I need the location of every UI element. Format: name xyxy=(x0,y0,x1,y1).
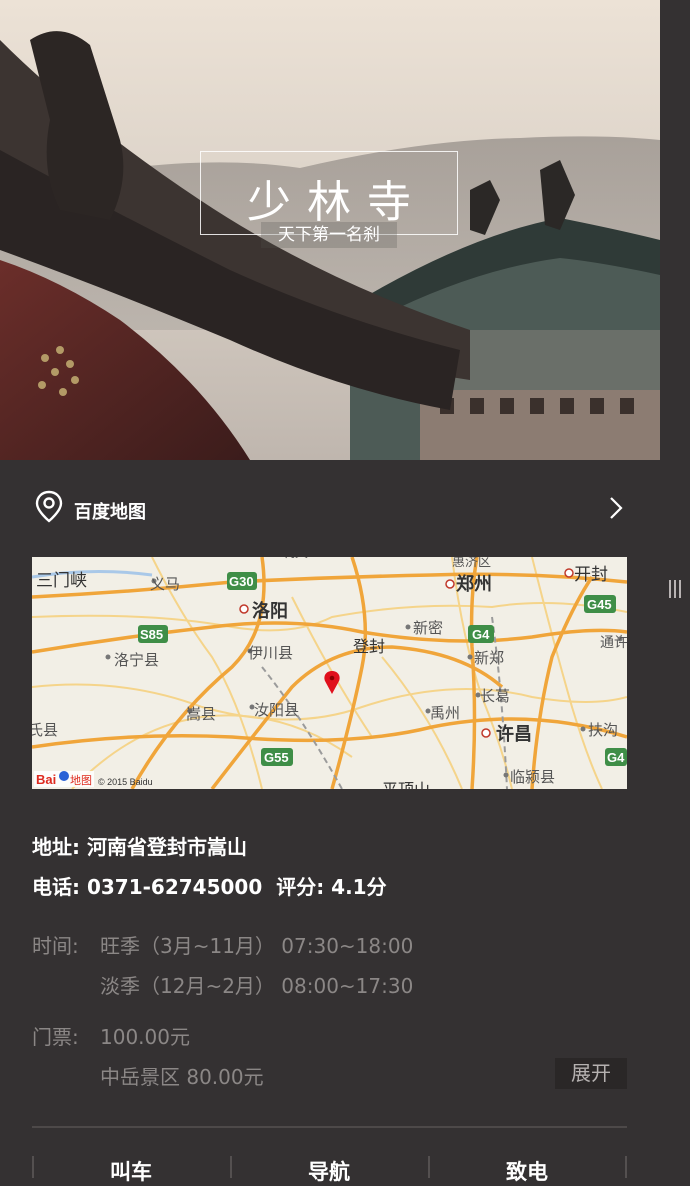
taxi-button[interactable]: 叫车 xyxy=(32,1156,230,1186)
action-separator xyxy=(625,1156,627,1178)
hero-banner: 少林寺 天下第一名刹 xyxy=(0,0,660,460)
location-pin-icon xyxy=(34,490,64,528)
map-label-linying: 临颍县 xyxy=(510,769,555,786)
road-label-g30: G30 xyxy=(229,574,254,589)
phone-value[interactable]: 0371-62745000 xyxy=(87,875,262,899)
expand-button[interactable]: 展开 xyxy=(555,1058,627,1089)
baidu-logo: Bai xyxy=(36,772,56,787)
map-label-dengfeng: 登封 xyxy=(353,638,385,656)
map-preview[interactable]: G30 S85 G4 G45 G55 G4 三门峡 义马 洛阳 郑州 开封 新密… xyxy=(32,557,627,789)
map-label-changge: 长葛 xyxy=(480,688,510,705)
hero-title: 少林寺 xyxy=(247,177,427,228)
ticket-extra: 中岳景区 80.00元 xyxy=(100,1065,264,1089)
map-label-kaifeng: 开封 xyxy=(574,565,608,584)
time-peak: 旺季（3月~11月） 07:30~18:00 xyxy=(100,934,414,958)
road-label-g45: G45 xyxy=(587,597,612,612)
rating-label: 评分: xyxy=(276,875,325,899)
address-value: 河南省登封市嵩山 xyxy=(86,835,247,859)
map-label-ruyang: 汝阳县 xyxy=(254,702,299,719)
drag-handle-icon[interactable] xyxy=(668,580,682,602)
phone-rating-line: 电话: 0371-62745000 评分: 4.1分 xyxy=(32,871,387,900)
road-label-s85: S85 xyxy=(140,627,163,642)
address-line: 地址: 河南省登封市嵩山 xyxy=(32,831,247,860)
map-label-xinmi: 新密 xyxy=(413,620,443,637)
phone-label: 电话: xyxy=(32,875,80,899)
map-label-shixian: 氏县 xyxy=(32,722,58,739)
map-label-yima: 义马 xyxy=(150,576,180,593)
map-label-fugou: 扶沟 xyxy=(588,722,618,739)
time-label: 时间: xyxy=(32,934,79,958)
map-label-songxian: 嵩县 xyxy=(186,706,216,723)
ticket-label: 门票: xyxy=(32,1025,79,1049)
baidu-map-link[interactable]: 百度地图 xyxy=(32,490,628,530)
divider xyxy=(32,1126,627,1128)
ticket-price: 100.00元 xyxy=(100,1025,190,1049)
map-label-luoyang: 洛阳 xyxy=(252,600,288,621)
map-label-gongyi: 巩义 xyxy=(282,557,308,560)
baidu-logo-map: 地图 xyxy=(70,774,92,787)
time-off-peak: 淡季（12月~2月） 08:00~17:30 xyxy=(100,974,414,998)
address-label: 地址: xyxy=(32,835,80,859)
map-label-xuchang: 许昌 xyxy=(496,723,532,744)
hero-subtitle: 天下第一名刹 xyxy=(261,222,397,248)
road-label-g4: G4 xyxy=(472,627,490,642)
map-label-zhengzhou: 郑州 xyxy=(456,573,492,594)
map-row-label: 百度地图 xyxy=(74,502,146,523)
chevron-right-icon xyxy=(608,494,624,526)
map-roads: G30 S85 G4 G45 G55 G4 三门峡 义马 洛阳 郑州 开封 新密… xyxy=(32,557,627,789)
road-label-g55: G55 xyxy=(264,750,289,765)
navigate-button[interactable]: 导航 xyxy=(230,1156,428,1186)
call-button[interactable]: 致电 xyxy=(428,1156,626,1186)
rating-value: 4.1分 xyxy=(331,875,387,899)
map-copyright: © 2015 Baidu xyxy=(98,777,153,787)
map-label-sanmenxia: 三门峡 xyxy=(36,571,87,590)
map-label-tongxu: 通许 xyxy=(600,634,627,650)
map-label-luoning: 洛宁县 xyxy=(114,652,159,669)
road-label-g4b: G4 xyxy=(607,750,625,765)
map-label-xinzheng: 新郑 xyxy=(474,650,504,667)
map-label-huiji: 惠济区 xyxy=(452,557,491,569)
map-label-yuzhou: 禹州 xyxy=(430,705,460,722)
page: 少林寺 天下第一名刹 百度地图 G30 S85 G4 G45 G55 G4 三门… xyxy=(0,0,660,1184)
map-label-pingdingshan: 平顶山 xyxy=(382,781,430,789)
map-label-yichuan: 伊川县 xyxy=(248,645,293,662)
hero-title-box: 少林寺 天下第一名刹 xyxy=(200,151,458,248)
action-bar: 叫车 导航 致电 xyxy=(32,1156,627,1184)
